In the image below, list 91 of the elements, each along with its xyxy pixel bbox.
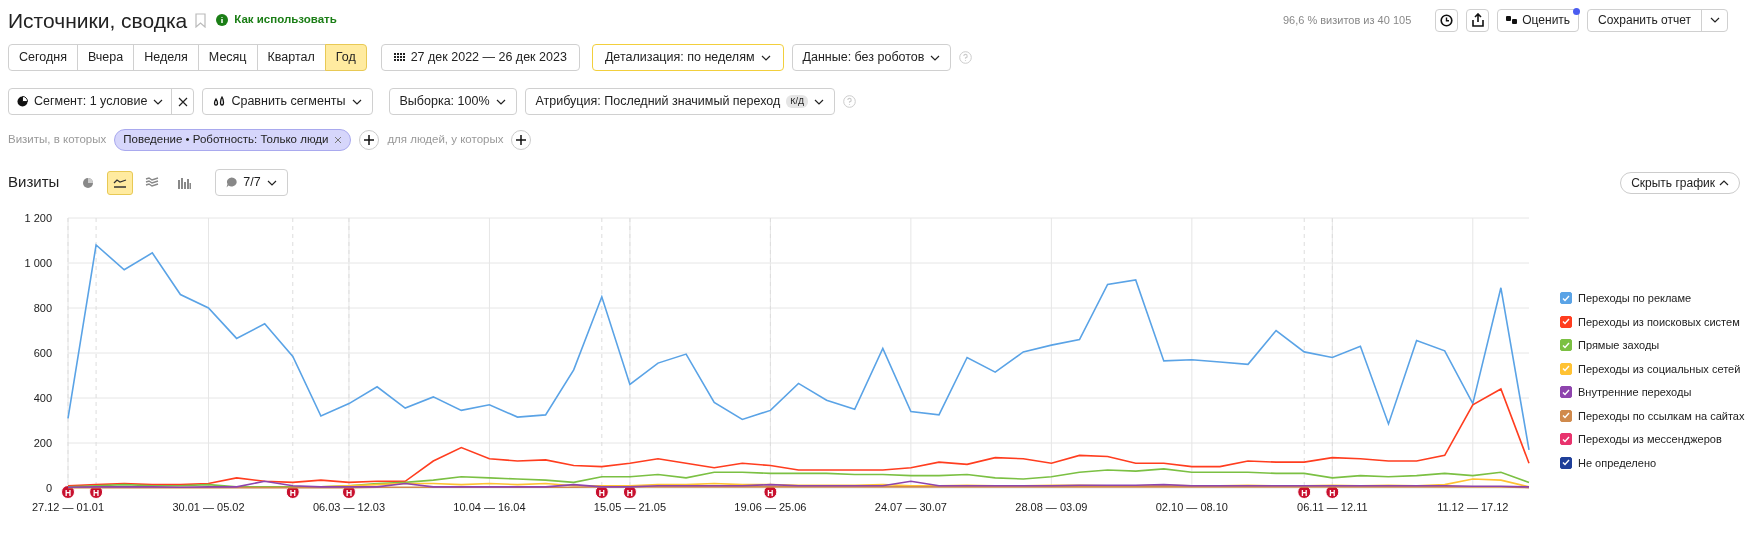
caret-icon <box>153 98 164 105</box>
y-axis-label: 1 200 <box>24 212 52 224</box>
filter-label: для людей, у которых <box>387 132 504 148</box>
legend-label[interactable]: Переходы из мессенджеров <box>1578 431 1722 448</box>
info-icon <box>216 14 229 26</box>
x-axis-label: 28.08 — 03.09 <box>1015 501 1088 513</box>
y-axis-label: 800 <box>33 302 52 314</box>
y-axis-label: 1 000 <box>24 257 52 269</box>
sample-dropdown[interactable]: Выборка: 100% <box>388 88 517 115</box>
legend-checkbox[interactable] <box>1560 409 1572 422</box>
period-tab[interactable]: Квартал <box>256 44 326 71</box>
chart-type-button[interactable] <box>107 170 134 195</box>
plus-icon <box>364 135 375 145</box>
bar-chart-icon <box>177 176 191 189</box>
caret-icon <box>814 98 825 105</box>
x-axis-label: 11.12 — 17.12 <box>1437 501 1509 513</box>
y-axis-label: 0 <box>45 482 52 494</box>
legend-label[interactable]: Переходы из поисковых систем <box>1578 313 1740 330</box>
speech-bubble-icon <box>226 177 238 188</box>
caret-icon <box>1709 17 1720 23</box>
pie-chart-icon <box>17 96 28 107</box>
legend-label[interactable]: Прямые заходы <box>1578 337 1660 354</box>
legend-checkbox[interactable] <box>1560 292 1572 305</box>
calendar-icon <box>393 53 405 62</box>
legend-checkbox[interactable] <box>1560 315 1572 328</box>
period-tab[interactable]: Вчера <box>76 44 135 71</box>
line-chart-icon <box>113 177 128 188</box>
y-axis-label: 400 <box>33 392 52 404</box>
x-axis-label: 06.03 — 12.03 <box>312 501 386 513</box>
check-icon <box>1562 412 1570 420</box>
attribution-badge: К/Д <box>786 94 809 109</box>
x-axis-label: 06.11 — 12.11 <box>1297 501 1368 513</box>
rate-button[interactable]: Оценить <box>1497 8 1580 32</box>
page-title: Источники, сводка <box>8 9 188 31</box>
x-axis-label: 10.04 — 16.04 <box>453 501 526 513</box>
check-icon <box>1562 435 1570 443</box>
period-tab[interactable]: Год <box>324 44 367 71</box>
period-tab[interactable]: Месяц <box>197 44 258 71</box>
plus-icon <box>516 135 527 145</box>
check-icon <box>1562 365 1570 373</box>
filter-label: Визиты, в которых <box>8 132 107 148</box>
check-icon <box>1562 318 1570 326</box>
x-axis-label: 02.10 — 08.10 <box>1155 501 1228 513</box>
period-tab[interactable]: Неделя <box>133 44 199 71</box>
y-axis-label: 600 <box>33 347 52 359</box>
caret-icon <box>1719 179 1729 186</box>
visits-summary: 96,6 % визитов из 40 105 <box>1282 12 1412 28</box>
x-axis-label: 24.07 — 30.07 <box>874 501 947 513</box>
area-chart-icon <box>145 177 160 188</box>
caret-icon <box>760 54 771 61</box>
check-icon <box>1562 341 1570 349</box>
caret-icon <box>351 98 362 105</box>
legend-checkbox[interactable] <box>1560 456 1572 469</box>
attribution-dropdown[interactable]: Атрибуция: Последний значимый переход К/Д <box>524 88 836 115</box>
period-tab[interactable]: Сегодня <box>8 44 78 71</box>
section-title: Визиты <box>8 172 60 193</box>
x-axis-label: 27.12 — 01.01 <box>31 501 105 513</box>
caret-icon <box>266 179 277 186</box>
data-dropdown[interactable]: Данные: без роботов <box>791 44 952 71</box>
x-axis-label: 30.01 — 05.02 <box>172 501 245 513</box>
notes-dropdown[interactable]: 7/7 <box>215 169 288 196</box>
legend-label[interactable]: Переходы из социальных сетей <box>1578 360 1741 377</box>
legend-checkbox[interactable] <box>1560 433 1572 446</box>
close-icon[interactable] <box>334 136 343 144</box>
x-axis-label: 19.06 — 25.06 <box>734 501 807 513</box>
legend-checkbox[interactable] <box>1560 386 1572 399</box>
share-icon <box>1471 13 1484 27</box>
date-range-button[interactable]: 27 дек 2022 — 26 дек 2023 <box>380 44 580 71</box>
caret-icon <box>930 54 941 61</box>
legend-checkbox[interactable] <box>1560 339 1572 352</box>
legend-label[interactable]: Внутренние переходы <box>1578 384 1692 401</box>
legend-label[interactable]: Переходы по рекламе <box>1578 290 1692 307</box>
y-axis-label: 200 <box>33 437 52 449</box>
drops-icon <box>213 96 226 107</box>
bookmark-icon[interactable] <box>195 12 207 28</box>
export-button[interactable] <box>1466 8 1490 32</box>
check-icon <box>1562 459 1570 467</box>
close-icon <box>177 96 188 107</box>
x-axis-label: 15.05 — 21.05 <box>593 501 666 513</box>
pie-chart-icon <box>82 176 95 189</box>
detail-dropdown[interactable]: Детализация: по неделям <box>591 44 784 71</box>
check-icon <box>1562 388 1570 396</box>
condition-chip[interactable]: Поведение • Роботность: Только люди <box>114 129 352 151</box>
history-button[interactable] <box>1435 8 1459 32</box>
clock-icon <box>1440 13 1454 27</box>
caret-icon <box>495 98 506 105</box>
help-link[interactable]: Как использовать <box>216 11 337 29</box>
compare-segments-dropdown[interactable]: Сравнить сегменты <box>202 88 373 115</box>
check-icon <box>1562 294 1570 302</box>
legend-label[interactable]: Переходы по ссылкам на сайтах <box>1578 407 1745 424</box>
legend-label[interactable]: Не определено <box>1578 454 1657 471</box>
